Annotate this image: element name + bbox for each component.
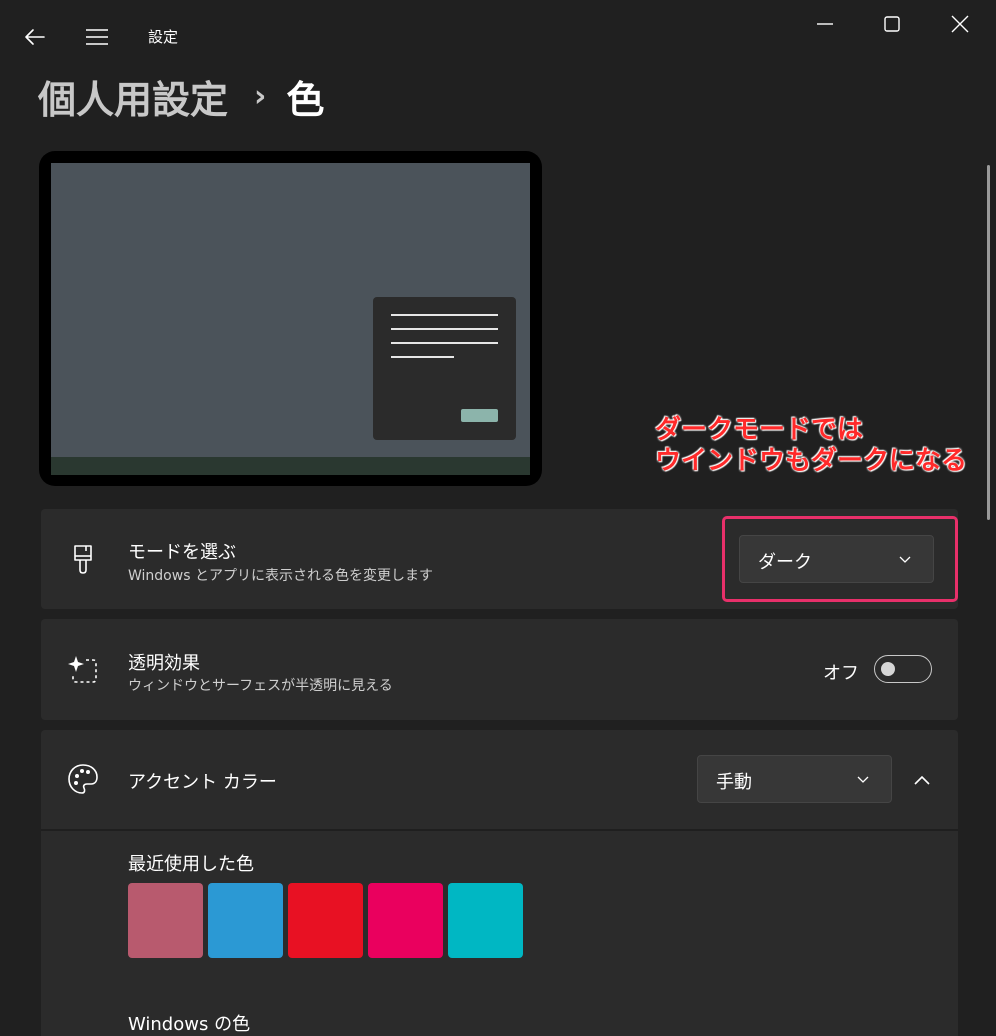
breadcrumb-parent[interactable]: 個人用設定 xyxy=(38,69,228,124)
mode-subtitle: Windows とアプリに表示される色を変更します xyxy=(128,568,433,584)
maximize-icon[interactable] xyxy=(880,12,904,36)
paintbrush-icon xyxy=(74,545,92,574)
transparency-card: 透明効果 ウィンドウとサーフェスが半透明に見える xyxy=(41,619,958,720)
transparency-subtitle: ウィンドウとサーフェスが半透明に見える xyxy=(128,678,393,694)
windows-colors-label: Windows の色 xyxy=(128,1014,251,1035)
accent-dropdown-value: 手動 xyxy=(716,772,752,793)
annotation-line-1: ダークモードでは xyxy=(655,415,864,445)
preview-desktop xyxy=(51,163,530,475)
color-swatch[interactable] xyxy=(208,883,283,958)
annotation-line-2: ウインドウもダークになる xyxy=(655,446,968,476)
close-icon[interactable] xyxy=(948,12,972,36)
theme-preview xyxy=(39,151,542,486)
toggle-knob xyxy=(881,662,895,676)
accent-dropdown[interactable]: 手動 xyxy=(697,755,892,803)
transparency-title: 透明効果 xyxy=(128,653,200,674)
preview-text-line xyxy=(391,328,498,330)
annotation-highlight-box xyxy=(722,516,958,602)
breadcrumb: 個人用設定 › 色 xyxy=(38,68,324,124)
app-title: 設定 xyxy=(148,28,179,46)
transparency-toggle-label: オフ xyxy=(823,663,859,684)
back-arrow-icon[interactable] xyxy=(22,24,48,50)
page-title: 色 xyxy=(286,77,325,122)
mode-title: モードを選ぶ xyxy=(128,542,236,563)
accent-title: アクセント カラー xyxy=(128,772,277,793)
minimize-icon[interactable] xyxy=(813,12,837,36)
preview-button xyxy=(461,409,498,422)
color-swatch[interactable] xyxy=(288,883,363,958)
title-bar: 設定 xyxy=(0,0,996,60)
chevron-up-icon[interactable] xyxy=(907,765,937,795)
preview-text-line xyxy=(391,356,454,358)
preview-text-line xyxy=(391,342,498,344)
preview-window xyxy=(373,297,516,440)
color-swatch[interactable] xyxy=(128,883,203,958)
preview-taskbar xyxy=(51,457,530,475)
palette-icon xyxy=(68,764,98,794)
chevron-right-icon: › xyxy=(254,78,267,114)
hamburger-menu-icon[interactable] xyxy=(84,24,110,50)
transparency-toggle[interactable] xyxy=(874,655,932,683)
color-swatch[interactable] xyxy=(448,883,523,958)
scrollbar[interactable] xyxy=(987,165,990,520)
chevron-down-icon xyxy=(857,776,869,783)
preview-text-line xyxy=(391,314,498,316)
annotation-text: ダークモードでは ウインドウもダークになる xyxy=(655,415,967,477)
color-swatch[interactable] xyxy=(368,883,443,958)
recent-colors-label: 最近使用した色 xyxy=(128,854,254,875)
transparency-sparkle-icon xyxy=(68,656,97,683)
